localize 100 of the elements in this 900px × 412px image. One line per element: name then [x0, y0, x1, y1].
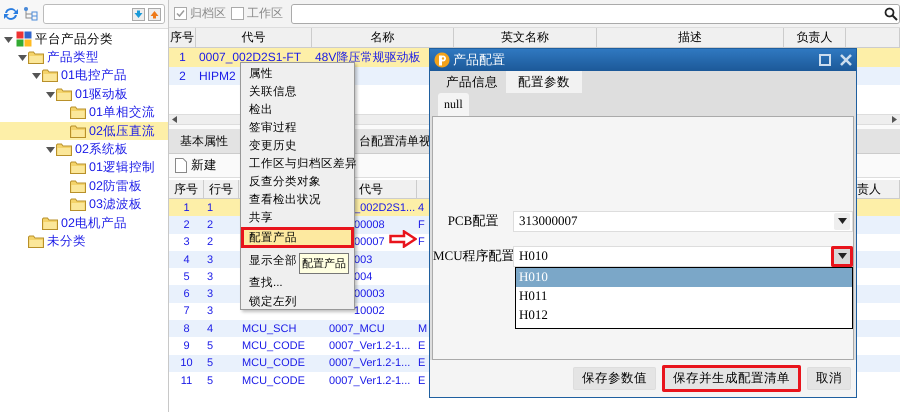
tree-item[interactable]: 03滤波板 [0, 196, 168, 214]
table-cell: MCU_SCH [242, 322, 296, 335]
folder-icon [70, 124, 86, 138]
table-cell: E [418, 340, 426, 352]
tree-item[interactable]: 02防雷板 [0, 177, 168, 196]
table-cell: 1 [183, 202, 190, 214]
tree-item[interactable]: 02系统板 [0, 140, 168, 159]
menu-item[interactable]: 属性 [241, 64, 275, 82]
table-cell: 2 [183, 218, 190, 231]
table-cell: 4 [183, 254, 190, 266]
table-cell: 3 [183, 236, 190, 248]
menu-item[interactable]: 共享 [241, 208, 275, 227]
tab[interactable]: 配置参数 [506, 71, 582, 93]
column-header[interactable]: 行号 [204, 180, 239, 198]
column-header[interactable]: 英文名称 [454, 28, 597, 47]
table-cell: MCU_CODE [242, 374, 305, 387]
dropdown-button[interactable] [834, 212, 850, 230]
menu-item[interactable]: 关联信息 [241, 82, 299, 100]
table-cell: 11 [180, 374, 192, 387]
maximize-icon[interactable] [819, 54, 831, 66]
tree-item[interactable]: 02低压直流 [0, 122, 168, 140]
grid-icon [16, 31, 32, 48]
folder-icon [70, 161, 86, 174]
column-header[interactable]: 代号 [196, 28, 312, 47]
column-header[interactable]: 名称 [312, 28, 454, 47]
tree-item[interactable]: 01驱动板 [0, 85, 168, 104]
tree-item[interactable]: 01单相交流 [0, 104, 168, 122]
menu-item[interactable]: 反查分类对象 [241, 172, 323, 191]
menu-item[interactable]: 工作区与归档区差异 [241, 154, 359, 173]
table-cell: 1 [179, 50, 186, 64]
new-button[interactable]: 新建 [175, 157, 217, 174]
move-up-button[interactable] [148, 8, 161, 20]
expanded-arrow-icon[interactable] [18, 53, 27, 62]
menu-item[interactable]: 锁定左列 [241, 292, 299, 310]
checkbox[interactable] [174, 7, 187, 20]
tree-item[interactable]: 01电控产品 [0, 66, 168, 86]
table-cell: 004 [354, 270, 372, 283]
dialog-button[interactable]: 取消 [807, 367, 851, 390]
refresh-icon[interactable] [3, 6, 19, 22]
table-cell: 7 [183, 305, 190, 318]
table-cell: 8 [183, 322, 190, 335]
folder-icon [70, 106, 86, 120]
tree-item[interactable]: 平台产品分类 [0, 30, 168, 48]
table-cell: _002D2S1... [354, 202, 416, 214]
dropdown-option[interactable]: H011 [516, 286, 852, 306]
menu-item[interactable]: 签审过程 [241, 118, 299, 136]
tree-search-field[interactable] [43, 4, 165, 24]
tree-structure-icon[interactable] [23, 6, 39, 22]
move-down-button[interactable] [132, 8, 145, 20]
search-icon[interactable] [884, 6, 898, 20]
tab[interactable]: null [438, 93, 469, 116]
tree-label: 平台产品分类 [35, 30, 113, 48]
tree-item[interactable]: 01逻辑控制 [0, 158, 168, 178]
tree-label: 未分类 [47, 232, 86, 250]
scroll-left-icon[interactable] [172, 116, 177, 123]
column-header[interactable]: 负责人 [784, 28, 846, 47]
menu-item[interactable]: 变更历史 [241, 136, 299, 154]
dropdown-option[interactable]: H012 [516, 306, 852, 324]
menu-item[interactable]: 显示全部 [241, 252, 299, 270]
select-field[interactable]: 313000007 [513, 210, 853, 232]
menu-item[interactable]: 查找... [241, 274, 285, 292]
tree-item[interactable]: 02电机产品 [0, 214, 168, 232]
document-icon [175, 158, 187, 173]
column-header[interactable]: 序号 [169, 180, 204, 198]
column-header[interactable]: 描述 [597, 28, 784, 47]
menu-item[interactable]: 检出 [241, 100, 275, 118]
expanded-arrow-icon[interactable] [46, 145, 55, 154]
table-cell: 3 [207, 254, 214, 266]
tab[interactable]: 基本属性 [169, 129, 239, 153]
dialog-button[interactable]: 保存参数值 [573, 367, 656, 390]
table-cell: E [418, 357, 426, 370]
tree-label: 01逻辑控制 [89, 159, 155, 176]
tree-item[interactable]: 未分类 [0, 232, 168, 251]
checkbox-label: 归档区 [190, 5, 226, 22]
close-icon[interactable] [840, 54, 852, 66]
tree-item[interactable]: 产品类型 [0, 48, 168, 67]
checkbox[interactable] [231, 7, 244, 20]
expanded-arrow-icon[interactable] [32, 71, 41, 80]
field-label: PCB配置 [446, 212, 500, 230]
tree-label: 02低压直流 [89, 122, 155, 140]
tab[interactable]: 产品信息 [438, 71, 506, 93]
column-header[interactable]: 序号 [169, 28, 196, 47]
table-cell: 3 [207, 288, 214, 300]
expanded-arrow-icon[interactable] [46, 90, 55, 99]
dialog-button[interactable]: 保存并生成配置清单 [662, 365, 801, 392]
menu-item[interactable]: 配置产品 [241, 226, 354, 248]
dropdown-button[interactable] [831, 246, 853, 266]
checkbox-label: 工作区 [247, 5, 283, 22]
tree-label: 01电控产品 [61, 67, 127, 84]
table-cell: 6 [183, 288, 190, 300]
folder-icon [70, 180, 86, 193]
expanded-arrow-icon[interactable] [4, 34, 13, 44]
table-cell: E [418, 374, 426, 387]
table-cell: HIPM2 [199, 68, 236, 83]
tree-label: 02系统板 [75, 141, 128, 158]
table-cell: 9 [183, 340, 190, 352]
search-field[interactable] [291, 4, 900, 24]
table-cell: 3 [207, 270, 214, 283]
menu-item[interactable]: 查看检出状况 [241, 190, 323, 209]
scroll-right-icon[interactable] [892, 116, 897, 123]
